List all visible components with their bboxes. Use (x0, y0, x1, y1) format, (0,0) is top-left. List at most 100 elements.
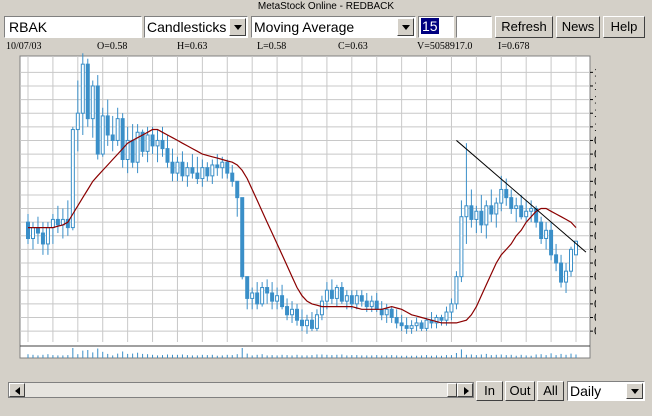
candle-body (304, 319, 309, 327)
candle-body (150, 134, 155, 147)
symbol-input[interactable] (4, 16, 142, 38)
help-label: Help (610, 19, 638, 34)
candle-body (414, 322, 419, 327)
candle-body (439, 316, 444, 321)
candle-body (190, 167, 195, 174)
candle-body (344, 295, 349, 302)
candle-body (359, 295, 364, 302)
arrow-right-icon (464, 387, 469, 395)
candle-body (265, 287, 270, 294)
price-chart-svg[interactable]: 1.251.21.151.09991.04990.99990.94990.899… (16, 52, 631, 377)
news-label: News (561, 19, 595, 34)
candle-body (180, 161, 185, 177)
candle-body (160, 139, 165, 150)
candle-body (130, 139, 135, 163)
indicator-value: Moving Average (254, 19, 355, 35)
candle-body (290, 308, 295, 316)
candle-body (280, 295, 285, 308)
candle-body (524, 210, 529, 218)
chart-style-select[interactable]: Candlesticks (144, 16, 248, 38)
quote-interest: I=0.678 (498, 41, 530, 52)
candle-body (384, 308, 389, 316)
scroll-right-button[interactable] (457, 383, 473, 397)
y-tick-label: 0.6999 (594, 215, 596, 229)
candle-body (230, 172, 235, 182)
candle-body (499, 188, 504, 204)
candle-body (75, 112, 80, 131)
candle-body (334, 287, 339, 299)
candle-body (165, 148, 170, 163)
y-tick-label: 1.0999 (594, 106, 596, 120)
indicator-dropdown-button[interactable] (397, 18, 414, 36)
news-button[interactable]: News (556, 16, 600, 38)
interval-select[interactable]: Daily (567, 381, 645, 401)
candle-body (489, 205, 494, 215)
y-tick-label: 0.6499 (594, 229, 596, 243)
candle-body (519, 205, 524, 218)
candle-body (329, 289, 334, 299)
candle-body (260, 287, 265, 305)
candle-body (155, 139, 160, 147)
candle-body (175, 161, 180, 174)
zoom-out-button[interactable]: Out (505, 381, 535, 401)
show-all-button[interactable]: All (537, 381, 564, 401)
chevron-down-icon (631, 389, 639, 394)
chart-style-dropdown-button[interactable] (229, 18, 246, 36)
refresh-button[interactable]: Refresh (495, 16, 553, 38)
candle-body (559, 262, 564, 283)
indicator-select[interactable]: Moving Average (251, 16, 416, 38)
candle-body (100, 115, 105, 155)
candle-body (494, 202, 499, 215)
candle-body (349, 295, 354, 305)
candle-body (45, 227, 50, 245)
candle-body (324, 289, 329, 302)
y-tick-label: 0.7499 (594, 202, 596, 216)
y-tick-label: 0.7999 (594, 188, 596, 202)
candle-body (170, 161, 175, 174)
chevron-down-icon (234, 25, 242, 30)
candle-body (205, 167, 210, 177)
candle-body (389, 308, 394, 318)
candle-body (240, 197, 245, 278)
candle-body (110, 134, 115, 141)
candle-body (185, 167, 190, 177)
period-input[interactable]: 15 (418, 16, 454, 38)
scroll-left-button[interactable] (9, 383, 25, 397)
secondary-input[interactable] (456, 16, 492, 38)
candle-body (454, 276, 459, 305)
zoom-in-button[interactable]: In (476, 381, 503, 401)
candle-body (369, 300, 374, 308)
candle-body (474, 210, 479, 220)
refresh-label: Refresh (501, 19, 547, 34)
candle-body (215, 164, 220, 169)
candle-body (424, 319, 429, 329)
candle-body (225, 161, 230, 174)
candle-body (295, 308, 300, 321)
candle-body (105, 115, 110, 136)
y-tick-label: 0.2999 (594, 324, 596, 338)
scroll-thumb[interactable] (447, 383, 457, 397)
price-chart[interactable]: 1.251.21.151.09991.04990.99990.94990.899… (16, 52, 631, 377)
y-tick-label: 0.4999 (594, 270, 596, 284)
show-all-label: All (543, 383, 558, 398)
quote-high: H=0.63 (177, 41, 208, 52)
candle-body (26, 221, 30, 239)
candle-body (409, 325, 414, 329)
candle-body (464, 205, 469, 218)
candle-body (270, 292, 275, 302)
y-tick-label: 0.5499 (594, 256, 596, 270)
candle-body (80, 63, 85, 114)
period-value: 15 (421, 18, 439, 34)
y-tick-label: 0.9999 (594, 133, 596, 147)
y-tick-label: 1.25 (594, 65, 596, 79)
help-button[interactable]: Help (603, 16, 645, 38)
candle-body (50, 218, 55, 229)
y-tick-label: 0.9499 (594, 147, 596, 161)
candle-body (459, 216, 464, 278)
interval-dropdown-button[interactable] (626, 383, 643, 399)
horizontal-scrollbar[interactable] (8, 382, 474, 398)
candle-body (569, 248, 574, 272)
candle-body (275, 295, 280, 302)
candle-body (30, 227, 35, 239)
candle-body (479, 210, 484, 226)
